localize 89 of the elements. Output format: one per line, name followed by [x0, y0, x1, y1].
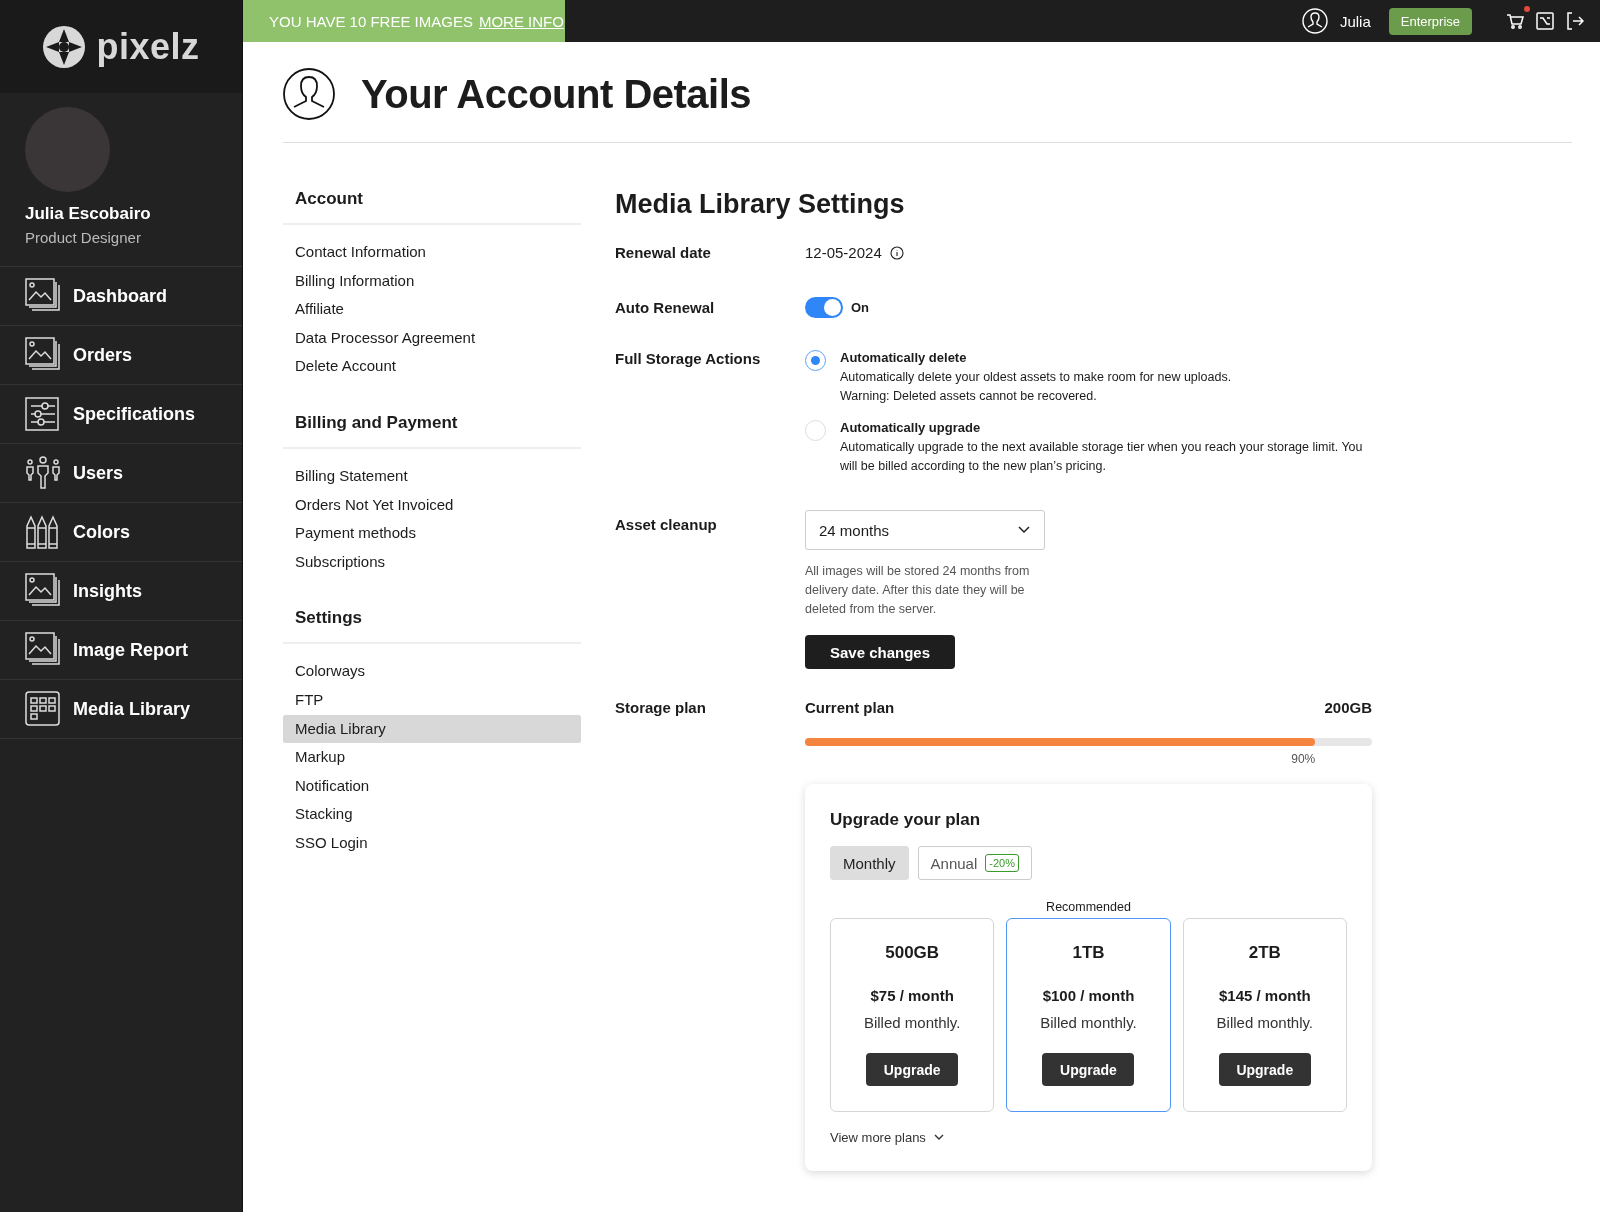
settings-nav-item[interactable]: Media Library	[283, 714, 581, 744]
plan-size: 500GB	[885, 943, 940, 963]
billing-note: Billed monthly.	[1040, 1014, 1137, 1031]
auto-renewal-toggle[interactable]	[805, 297, 843, 318]
field-label: Asset cleanup	[615, 516, 718, 533]
field-label: Storage plan	[615, 699, 707, 716]
keyboard-shortcut-icon[interactable]	[1536, 12, 1554, 30]
logout-icon[interactable]	[1566, 12, 1584, 30]
save-changes-button[interactable]: Save changes	[805, 635, 956, 669]
plan-price: $75 / month	[870, 987, 954, 1004]
section-title: Media Library Settings	[615, 189, 906, 220]
option-title: Automatically delete	[840, 350, 968, 365]
current-plan-label: Current plan	[805, 699, 895, 716]
billing-period-tab[interactable]: Monthly	[830, 846, 909, 880]
billing-note: Billed monthly.	[863, 1014, 961, 1031]
settings-nav-item[interactable]: Billing Statement	[283, 461, 581, 491]
upgrade-button[interactable]: Upgrade	[1042, 1053, 1135, 1086]
grid-icon	[25, 691, 61, 727]
recommended-label: Recommended	[1046, 900, 1131, 914]
crayons-icon	[25, 514, 61, 550]
user-name[interactable]: Julia	[1339, 12, 1371, 30]
toggle-state-label: On	[851, 300, 870, 315]
images-icon	[25, 337, 61, 373]
settings-nav-item[interactable]: Colorways	[283, 657, 581, 686]
logo-text: pixelz	[96, 25, 200, 68]
plan-size: 2TB	[1248, 943, 1281, 963]
settings-nav-item[interactable]: SSO Login	[283, 828, 581, 858]
view-more-plans-link[interactable]: View more plans	[830, 1130, 1347, 1145]
sidebar-nav-item[interactable]: Dashboard	[0, 267, 242, 326]
images-icon	[25, 278, 61, 314]
user-icon	[283, 68, 335, 120]
users-icon	[25, 455, 61, 491]
sidebar-nav-item[interactable]: Insights	[0, 562, 242, 621]
upgrade-button[interactable]: Upgrade	[866, 1053, 959, 1086]
profile-name: Julia Escobairo	[25, 204, 152, 224]
settings-nav-item[interactable]: Notification	[283, 771, 581, 801]
billing-period-tab[interactable]: Annual -20%	[917, 846, 1032, 880]
settings-group-heading: Billing and Payment	[283, 412, 581, 449]
settings-nav-item[interactable]: Stacking	[283, 800, 581, 829]
cart-icon[interactable]	[1506, 12, 1524, 30]
settings-nav-item[interactable]: Contact Information	[283, 238, 581, 267]
settings-nav-item[interactable]: Orders Not Yet Invoiced	[283, 490, 581, 520]
sidebar-nav-item[interactable]: Specifications	[0, 385, 242, 444]
settings-nav-item[interactable]: Markup	[283, 743, 581, 772]
settings-nav-item[interactable]: Subscriptions	[283, 547, 581, 577]
images-icon	[25, 632, 61, 668]
usage-percent: 90%	[1290, 752, 1316, 766]
asset-cleanup-select[interactable]: 24 months	[805, 510, 1045, 550]
settings-nav-item[interactable]: Affiliate	[283, 295, 581, 324]
billing-note: Billed monthly.	[1216, 1014, 1314, 1031]
field-label: Renewal date	[615, 244, 712, 261]
chevron-down-icon	[933, 1134, 944, 1141]
settings-group-heading: Account	[283, 189, 581, 225]
settings-nav-item[interactable]: Delete Account	[283, 352, 581, 381]
sidebar-nav-item[interactable]: Users	[0, 444, 242, 503]
option-description: Warning: Deleted assets cannot be recovered.	[840, 388, 1098, 405]
help-text: All images will be stored 24 months from delivery date. After this date they will be deleted from the server.	[805, 563, 1031, 618]
settings-nav-item[interactable]: FTP	[283, 685, 581, 715]
option-title: Automatically upgrade	[840, 420, 982, 435]
page-title: Your Account Details	[361, 71, 752, 117]
option-description: Automatically upgrade to the next available storage tier when you reach your storage limit. You will be billed according to the new plan’s pricing.	[840, 439, 1364, 475]
settings-group-heading: Settings	[283, 608, 581, 645]
discount-badge: -20%	[985, 854, 1019, 872]
chevron-down-icon	[1018, 526, 1030, 534]
upgrade-button[interactable]: Upgrade	[1218, 1053, 1311, 1086]
settings-nav-item[interactable]: Billing Information	[283, 266, 581, 296]
renewal-date: 12-05-2024	[805, 244, 882, 261]
sidebar-nav-item[interactable]: Image Report	[0, 621, 242, 680]
sliders-icon	[25, 396, 61, 432]
option-description: Automatically delete your oldest assets to make room for new uploads.	[840, 369, 1233, 386]
plan-size: 1TB	[1072, 943, 1105, 963]
aperture-logo-icon	[42, 24, 87, 69]
info-icon[interactable]	[889, 245, 904, 260]
field-label: Auto Renewal	[615, 299, 716, 316]
sidebar-nav-item[interactable]: Colors	[0, 503, 242, 562]
user-icon[interactable]	[1301, 8, 1328, 34]
images-icon	[25, 573, 61, 609]
plan-price: $145 / month	[1218, 987, 1311, 1004]
card-title: Upgrade your plan	[830, 810, 982, 830]
plan-total: 200GB	[1324, 699, 1372, 716]
plan-price: $100 / month	[1042, 987, 1135, 1004]
settings-nav-item[interactable]: Payment methods	[283, 519, 581, 548]
settings-nav-item[interactable]: Data Processor Agreement	[283, 323, 581, 353]
plan-badge: Enterprise	[1388, 7, 1472, 35]
sidebar-nav-item[interactable]: Media Library	[0, 680, 242, 739]
banner-text: YOU HAVE 10 FREE IMAGES	[269, 12, 473, 30]
profile-role: Product Designer	[25, 229, 142, 246]
sidebar-nav-item[interactable]: Orders	[0, 326, 242, 385]
field-label: Full Storage Actions	[615, 350, 762, 367]
